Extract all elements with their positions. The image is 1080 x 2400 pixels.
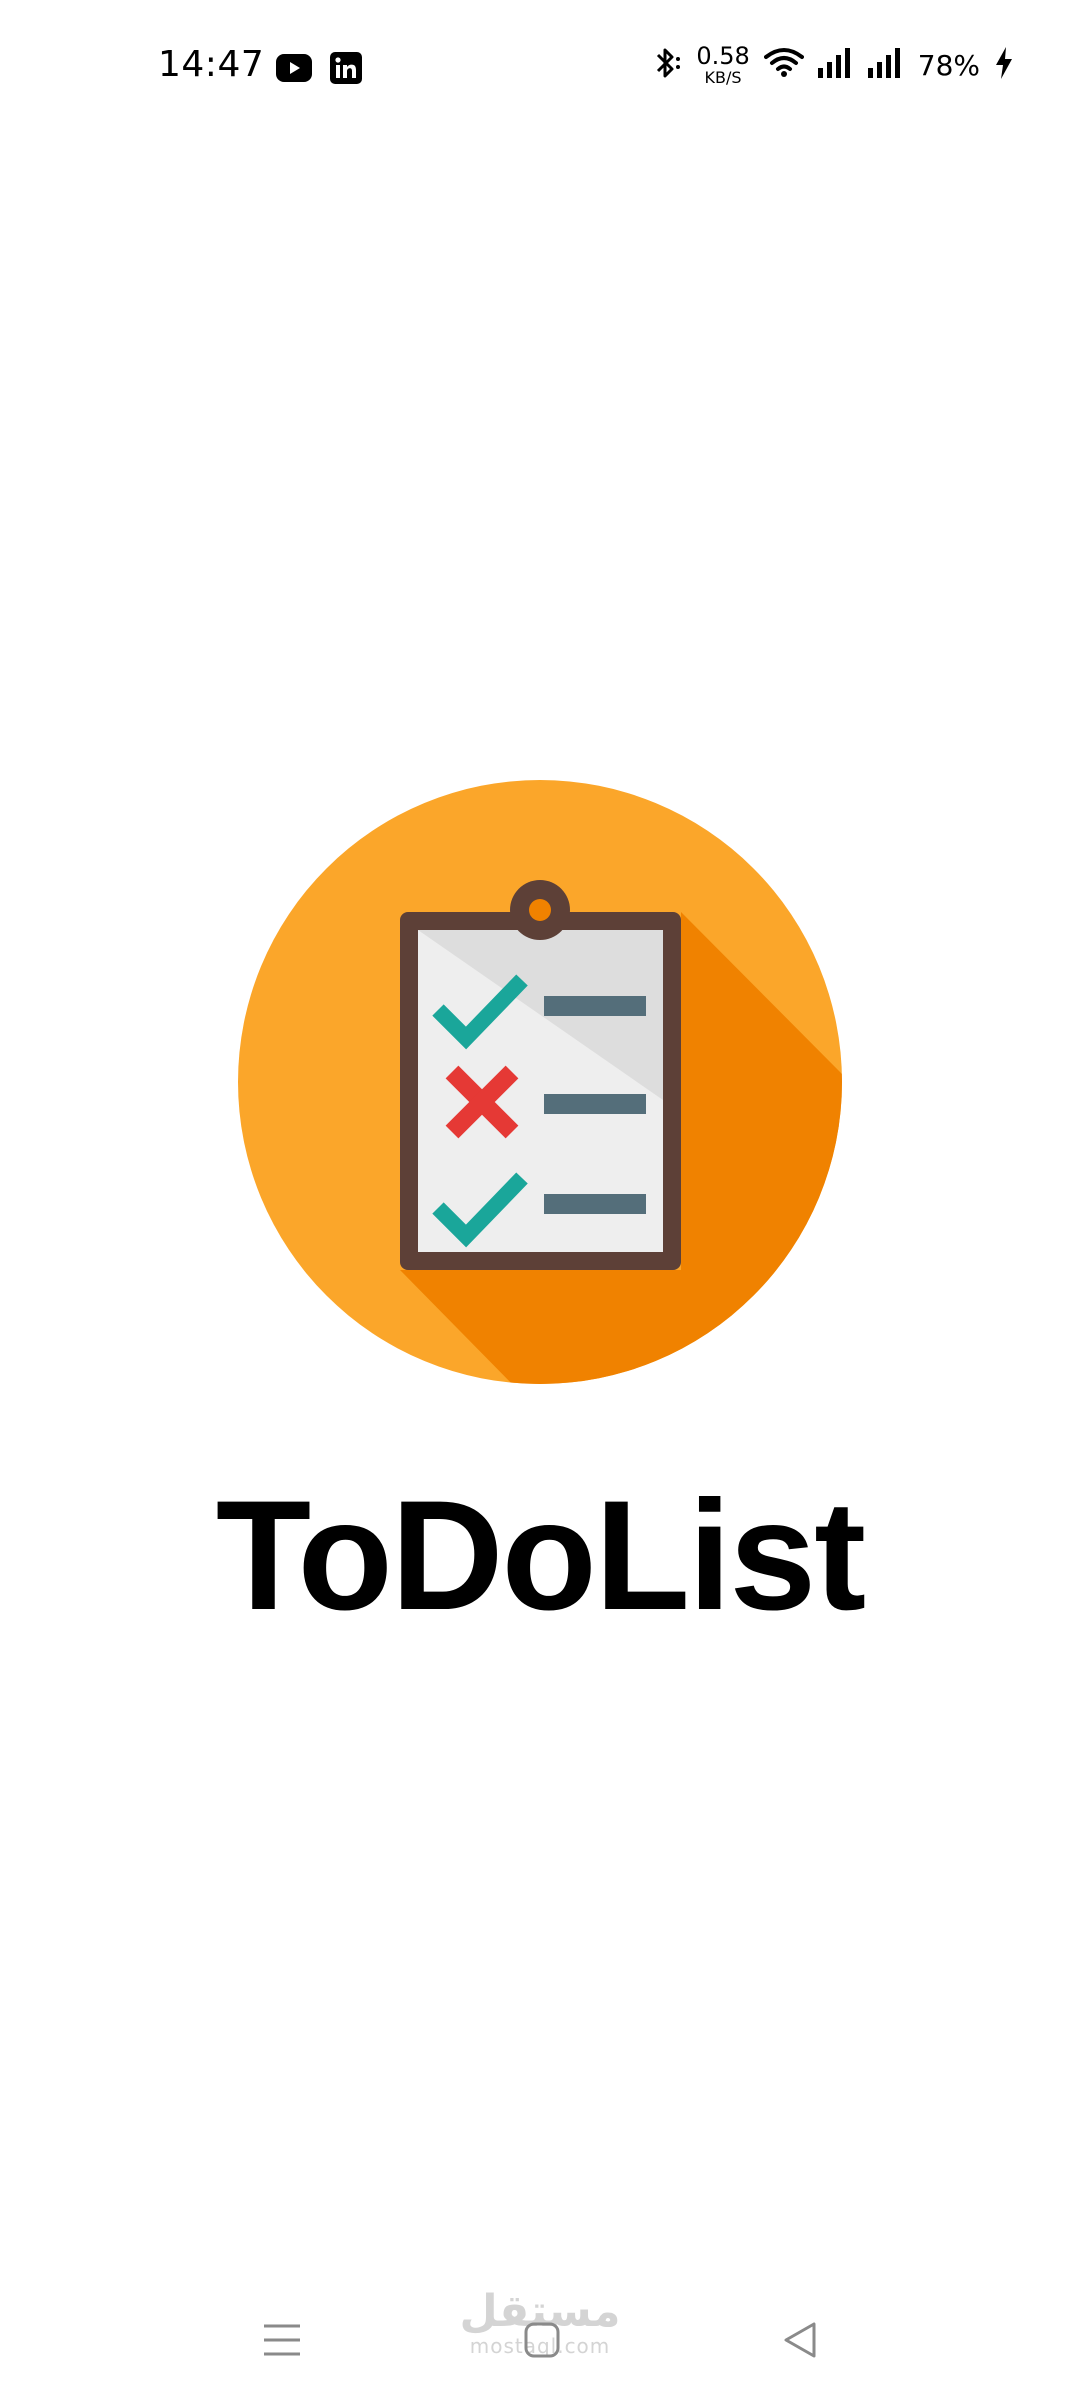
clipboard-clip-hole bbox=[529, 899, 551, 921]
network-speed: 0.58 KB/S bbox=[696, 44, 749, 86]
signal-icon bbox=[867, 47, 904, 83]
signal-icon bbox=[817, 47, 854, 83]
menu-icon bbox=[264, 2324, 300, 2356]
navigation-bar bbox=[0, 2270, 1080, 2400]
charging-bolt-icon bbox=[994, 46, 1014, 84]
app-logo bbox=[236, 778, 844, 1386]
back-button[interactable] bbox=[770, 2310, 830, 2370]
task-line bbox=[544, 1094, 646, 1114]
task-line bbox=[544, 996, 646, 1016]
linkedin-icon bbox=[330, 52, 362, 89]
clipboard-checklist-icon bbox=[238, 780, 842, 1384]
network-speed-unit: KB/S bbox=[704, 68, 742, 87]
bluetooth-icon bbox=[652, 46, 682, 85]
battery-percent: 78% bbox=[917, 48, 980, 82]
status-right: 0.58 KB/S 78% bbox=[652, 44, 1014, 86]
app-title: ToDoList bbox=[215, 1469, 866, 1643]
status-bar: 14:47 0.58 KB/S 78% bbox=[0, 0, 1080, 140]
home-button[interactable] bbox=[512, 2310, 572, 2370]
back-icon bbox=[784, 2322, 816, 2358]
recent-apps-button[interactable] bbox=[252, 2310, 312, 2370]
wifi-icon bbox=[763, 47, 804, 84]
youtube-icon bbox=[276, 54, 312, 87]
network-speed-value: 0.58 bbox=[696, 42, 750, 70]
home-icon bbox=[524, 2322, 560, 2358]
notification-icons bbox=[276, 52, 362, 89]
task-line bbox=[544, 1194, 646, 1214]
status-time: 14:47 bbox=[158, 44, 265, 85]
